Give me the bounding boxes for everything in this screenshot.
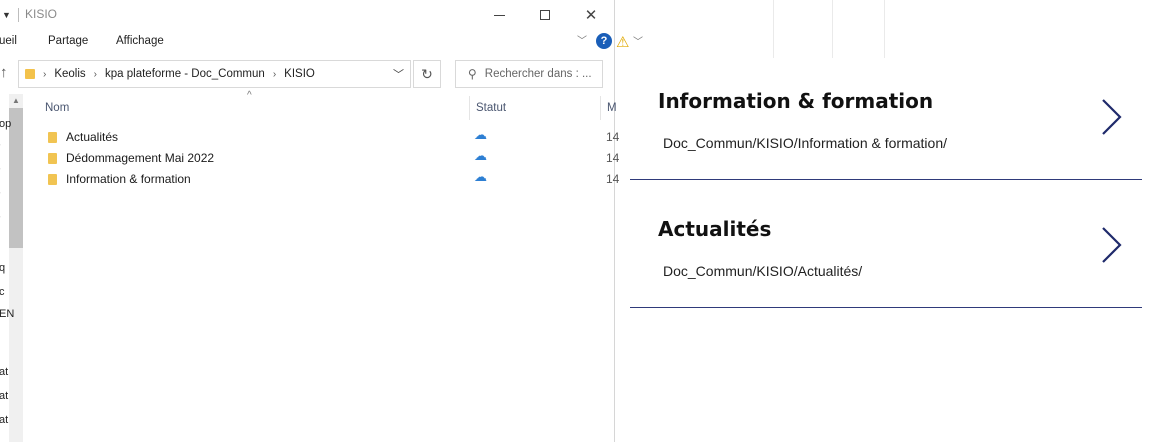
nav-expand-icon[interactable]: ›	[0, 140, 1, 149]
window-title: KISIO	[25, 7, 58, 21]
breadcrumb-kisio[interactable]: KISIO	[284, 68, 315, 80]
file-explorer-window: ▼ KISIO ✕ ueil Partage Affichage ﹀ ↑ › K…	[0, 0, 619, 442]
nav-expand-icon[interactable]: ›	[0, 164, 1, 173]
sort-ascending-icon: ^	[247, 90, 252, 101]
chevron-down-icon[interactable]: ﹀	[633, 33, 643, 48]
search-icon: ⚲	[468, 67, 477, 81]
nav-expand-icon[interactable]: ›	[0, 188, 1, 197]
file-name: Dédommagement Mai 2022	[66, 151, 215, 165]
chevron-right-icon[interactable]	[1100, 226, 1124, 264]
search-placeholder: Rechercher dans : ...	[484, 68, 592, 80]
folder-icon	[48, 174, 57, 185]
maximize-icon	[540, 10, 550, 20]
warning-icon[interactable]: ⚠	[616, 33, 629, 51]
minimize-button[interactable]	[476, 0, 522, 30]
up-arrow-icon[interactable]: ↑	[0, 64, 8, 81]
card-information-formation[interactable]: Information & formation Doc_Commun/KISIO…	[630, 52, 1142, 180]
cloud-icon: ☁	[474, 127, 487, 142]
address-dropdown-chevron-icon[interactable]: ﹀	[393, 66, 404, 82]
chevron-right-icon[interactable]	[1100, 98, 1124, 136]
quick-access-dropdown-icon[interactable]: ▼	[2, 10, 11, 20]
refresh-button[interactable]: ↻	[413, 60, 441, 88]
file-row-actualites[interactable]: Actualités ☁ 14	[23, 127, 619, 148]
nav-item-cut[interactable]: at	[0, 414, 8, 426]
file-name: Actualités	[66, 130, 119, 144]
address-row: ↑ › Keolis › kpa plateforme - Doc_Commun…	[0, 58, 615, 90]
title-separator	[18, 8, 19, 22]
nav-item-cut[interactable]: c	[0, 286, 5, 298]
navigation-pane: ▲ op › › › › q c EN at at at	[0, 94, 23, 442]
scroll-up-arrow-icon[interactable]: ▲	[12, 96, 20, 105]
help-icon[interactable]: ?	[596, 33, 612, 49]
column-divider[interactable]	[469, 96, 470, 120]
column-modified-header[interactable]: M	[607, 102, 617, 114]
folder-icon	[48, 153, 57, 164]
tab-affichage[interactable]: Affichage	[116, 35, 164, 47]
card-actualites[interactable]: Actualités Doc_Commun/KISIO/Actualités/	[630, 180, 1142, 308]
column-header: ^ Nom Statut M	[23, 90, 617, 120]
column-status-header[interactable]: Statut	[476, 102, 506, 114]
tab-accueil[interactable]: ueil	[0, 35, 17, 47]
file-date: 14	[606, 151, 620, 165]
refresh-icon: ↻	[421, 65, 433, 82]
folder-icon	[25, 69, 35, 79]
divider	[832, 0, 833, 58]
address-bar[interactable]: › Keolis › kpa plateforme - Doc_Commun ›…	[18, 60, 411, 88]
chevron-right-icon[interactable]: ›	[94, 69, 97, 80]
folder-icon	[48, 132, 57, 143]
title-bar: ▼ KISIO ✕	[0, 0, 615, 30]
ribbon-tabs: ueil Partage Affichage ﹀	[0, 31, 615, 53]
file-list: Actualités ☁ 14 Dédommagement Mai 2022 ☁…	[23, 127, 619, 190]
ribbon-expand-chevron-icon[interactable]: ﹀	[577, 32, 587, 47]
card-title: Information & formation	[658, 89, 934, 113]
divider	[884, 0, 885, 58]
file-date: 14	[606, 130, 620, 144]
cloud-icon: ☁	[474, 169, 487, 184]
tab-partage[interactable]: Partage	[48, 35, 88, 47]
card-path: Doc_Commun/KISIO/Actualités/	[663, 263, 863, 279]
file-name: Information & formation	[66, 172, 191, 186]
maximize-button[interactable]	[522, 0, 568, 30]
card-title: Actualités	[658, 217, 772, 241]
chevron-right-icon[interactable]: ›	[43, 69, 46, 80]
chevron-right-icon[interactable]: ›	[273, 69, 276, 80]
breadcrumb-kpa-plateforme[interactable]: kpa plateforme - Doc_Commun	[105, 68, 265, 80]
nav-item-cut[interactable]: at	[0, 366, 8, 378]
file-date: 14	[606, 172, 620, 186]
minimize-icon	[493, 14, 505, 16]
cloud-icon: ☁	[474, 148, 487, 163]
column-name-header[interactable]: Nom	[45, 102, 69, 114]
nav-expand-icon[interactable]: ›	[0, 212, 1, 221]
nav-item-cut[interactable]: op	[0, 118, 11, 130]
nav-item-cut[interactable]: at	[0, 390, 8, 402]
card-path: Doc_Commun/KISIO/Information & formation…	[663, 135, 947, 151]
close-icon: ✕	[584, 7, 598, 24]
divider	[773, 0, 774, 58]
nav-item-cut[interactable]: EN	[0, 308, 14, 320]
search-box[interactable]: ⚲ Rechercher dans : ...	[455, 60, 603, 88]
close-button[interactable]: ✕	[568, 0, 614, 30]
nav-item-cut[interactable]: q	[0, 262, 5, 274]
column-divider[interactable]	[600, 96, 601, 120]
file-row-information-formation[interactable]: Information & formation ☁ 14	[23, 169, 619, 190]
breadcrumb-keolis[interactable]: Keolis	[54, 68, 85, 80]
file-row-dedommagement[interactable]: Dédommagement Mai 2022 ☁ 14	[23, 148, 619, 169]
